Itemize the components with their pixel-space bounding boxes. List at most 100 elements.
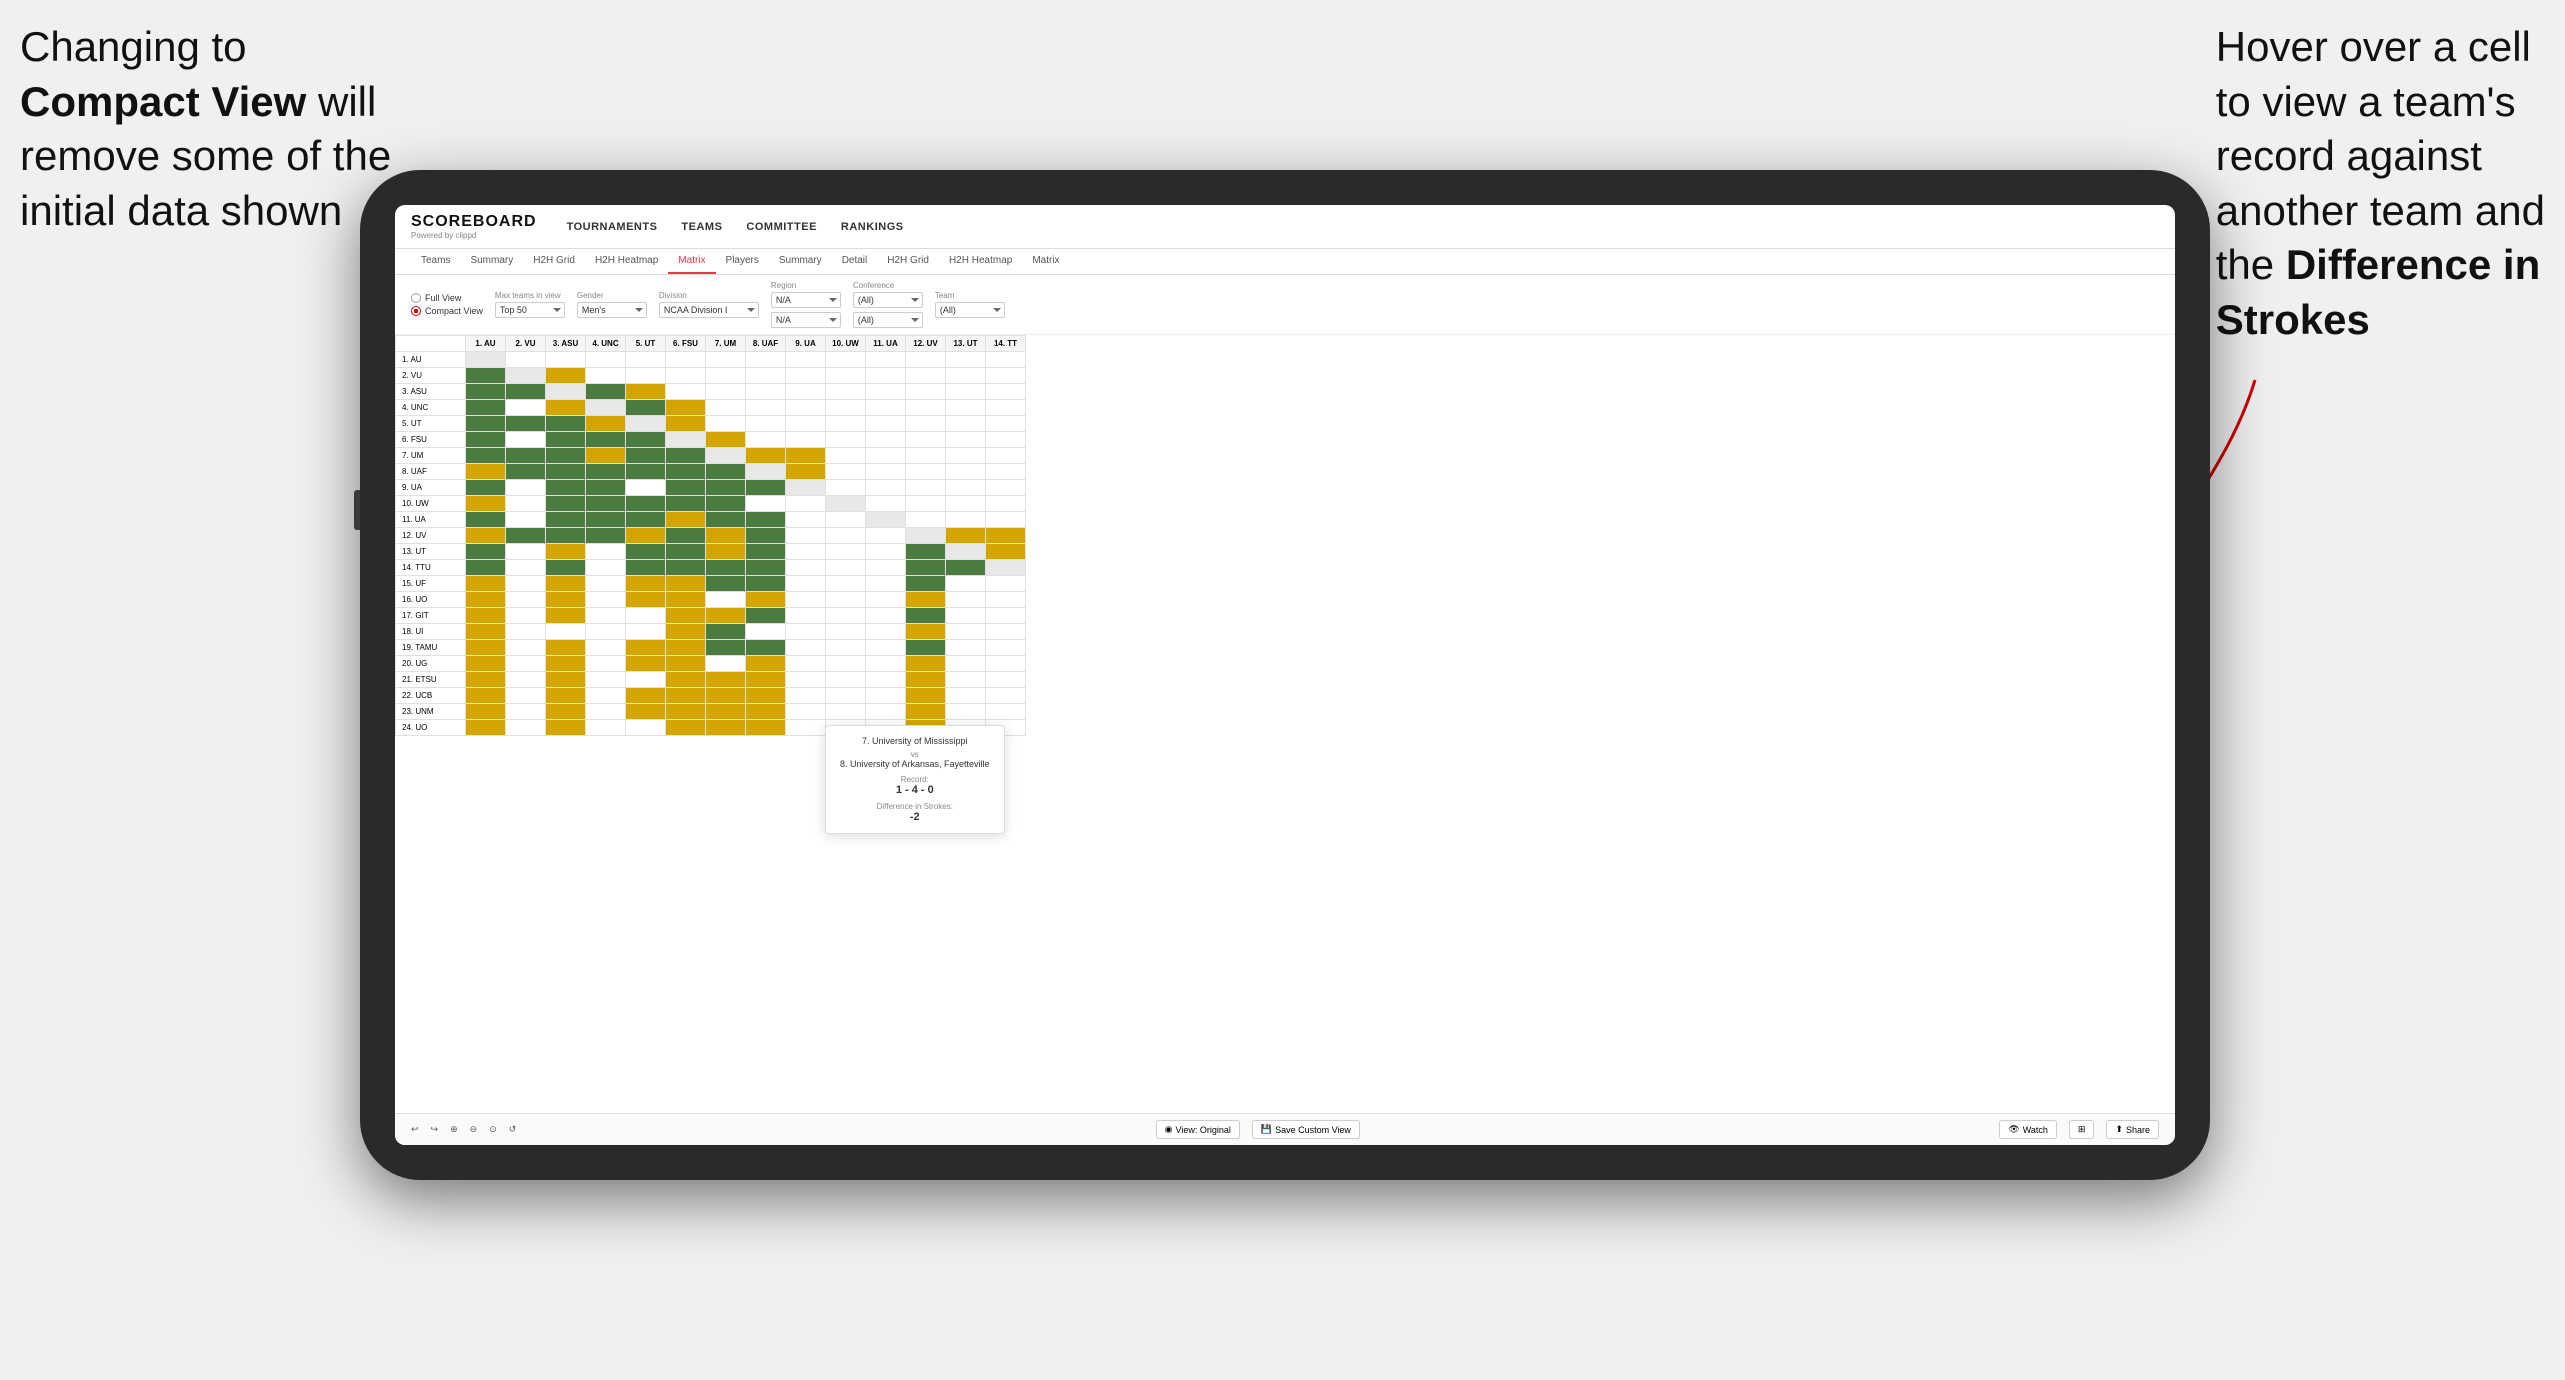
matrix-cell[interactable] [786,368,826,384]
matrix-cell[interactable] [866,656,906,672]
matrix-cell[interactable] [786,656,826,672]
matrix-cell[interactable] [946,688,986,704]
matrix-cell[interactable] [866,592,906,608]
matrix-cell[interactable] [826,512,866,528]
matrix-cell[interactable] [506,496,546,512]
matrix-cell[interactable] [666,592,706,608]
sub-nav-h2hgrid2[interactable]: H2H Grid [877,249,939,274]
matrix-cell[interactable] [746,544,786,560]
matrix-cell[interactable] [786,608,826,624]
matrix-cell[interactable] [746,656,786,672]
matrix-cell[interactable] [826,688,866,704]
matrix-cell[interactable] [546,480,586,496]
matrix-cell[interactable] [666,704,706,720]
gender-select[interactable]: Men's [577,302,647,318]
matrix-cell[interactable] [986,624,1026,640]
sub-nav-matrix1[interactable]: Matrix [668,249,715,274]
matrix-cell[interactable] [986,592,1026,608]
matrix-cell[interactable] [786,544,826,560]
matrix-cell[interactable] [466,560,506,576]
matrix-cell[interactable] [906,624,946,640]
matrix-cell[interactable] [906,560,946,576]
matrix-cell[interactable] [626,672,666,688]
matrix-cell[interactable] [546,544,586,560]
matrix-cell[interactable] [466,592,506,608]
matrix-cell[interactable] [466,352,506,368]
matrix-cell[interactable] [946,544,986,560]
matrix-cell[interactable] [786,352,826,368]
sub-nav-detail[interactable]: Detail [832,249,878,274]
matrix-cell[interactable] [826,432,866,448]
matrix-cell[interactable] [586,560,626,576]
matrix-cell[interactable] [546,592,586,608]
matrix-cell[interactable] [946,352,986,368]
matrix-cell[interactable] [666,608,706,624]
matrix-cell[interactable] [706,624,746,640]
matrix-cell[interactable] [546,720,586,736]
matrix-cell[interactable] [986,400,1026,416]
matrix-cell[interactable] [986,368,1026,384]
matrix-cell[interactable] [586,704,626,720]
matrix-cell[interactable] [546,512,586,528]
matrix-cell[interactable] [546,624,586,640]
matrix-cell[interactable] [666,512,706,528]
matrix-cell[interactable] [466,464,506,480]
matrix-cell[interactable] [666,560,706,576]
matrix-cell[interactable] [626,368,666,384]
matrix-cell[interactable] [946,400,986,416]
matrix-cell[interactable] [466,528,506,544]
matrix-cell[interactable] [746,640,786,656]
matrix-cell[interactable] [906,544,946,560]
region-select1[interactable]: N/A [771,292,841,308]
matrix-cell[interactable] [506,624,546,640]
matrix-cell[interactable] [466,624,506,640]
matrix-cell[interactable] [666,496,706,512]
matrix-cell[interactable] [586,384,626,400]
matrix-cell[interactable] [586,432,626,448]
matrix-cell[interactable] [786,560,826,576]
matrix-cell[interactable] [866,352,906,368]
matrix-cell[interactable] [706,496,746,512]
matrix-cell[interactable] [786,384,826,400]
sub-nav-players[interactable]: Players [716,249,769,274]
matrix-cell[interactable] [906,464,946,480]
matrix-cell[interactable] [906,416,946,432]
matrix-cell[interactable] [906,704,946,720]
matrix-cell[interactable] [706,656,746,672]
matrix-cell[interactable] [466,656,506,672]
matrix-cell[interactable] [666,720,706,736]
matrix-cell[interactable] [986,656,1026,672]
matrix-cell[interactable] [466,384,506,400]
matrix-cell[interactable] [626,496,666,512]
matrix-cell[interactable] [906,688,946,704]
matrix-cell[interactable] [586,464,626,480]
save-custom-view-button[interactable]: 💾 Save Custom View [1252,1120,1360,1139]
matrix-cell[interactable] [706,464,746,480]
matrix-cell[interactable] [786,720,826,736]
matrix-cell[interactable] [586,624,626,640]
matrix-cell[interactable] [906,640,946,656]
matrix-cell[interactable] [666,528,706,544]
matrix-cell[interactable] [666,576,706,592]
matrix-cell[interactable] [786,512,826,528]
matrix-cell[interactable] [666,352,706,368]
matrix-cell[interactable] [666,400,706,416]
matrix-cell[interactable] [546,704,586,720]
matrix-cell[interactable] [626,448,666,464]
matrix-cell[interactable] [826,704,866,720]
matrix-cell[interactable] [826,368,866,384]
matrix-cell[interactable] [466,544,506,560]
matrix-cell[interactable] [506,656,546,672]
matrix-cell[interactable] [866,688,906,704]
matrix-cell[interactable] [706,448,746,464]
matrix-cell[interactable] [866,432,906,448]
matrix-cell[interactable] [946,704,986,720]
matrix-cell[interactable] [746,512,786,528]
matrix-cell[interactable] [586,720,626,736]
matrix-cell[interactable] [786,528,826,544]
matrix-cell[interactable] [706,368,746,384]
matrix-cell[interactable] [826,480,866,496]
matrix-cell[interactable] [626,624,666,640]
matrix-cell[interactable] [946,384,986,400]
matrix-cell[interactable] [786,464,826,480]
